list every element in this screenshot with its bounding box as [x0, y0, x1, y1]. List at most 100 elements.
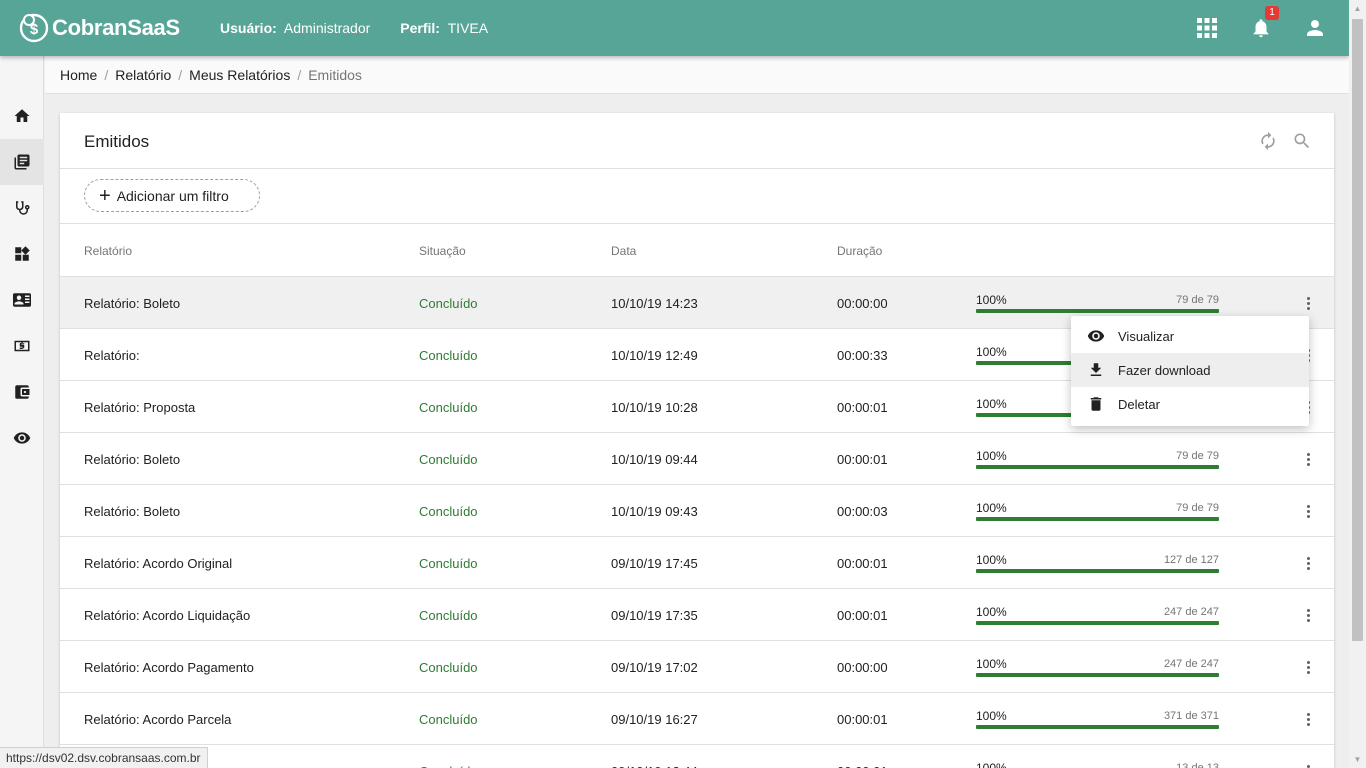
report-status: Concluído: [419, 712, 478, 727]
report-status: Concluído: [419, 608, 478, 623]
top-app-bar: $ CobranSaaS Usuário: Administrador Perf…: [0, 0, 1349, 56]
user-info-profile: Perfil: TIVEA: [400, 20, 488, 36]
report-name: Relatório: Boleto: [84, 452, 181, 467]
money-icon: [14, 340, 30, 352]
report-duration: 00:00:01: [837, 452, 888, 467]
scroll-up-arrow-icon[interactable]: ▲: [1349, 0, 1366, 17]
menu-item-download[interactable]: Fazer download: [1071, 353, 1309, 387]
report-date: 10/10/19 10:28: [611, 400, 698, 415]
breadcrumb-my-reports[interactable]: Meus Relatórios: [189, 67, 290, 83]
scrollbar-thumb[interactable]: [1352, 19, 1363, 641]
sidebar-item-billing[interactable]: [0, 323, 44, 369]
table-row[interactable]: Relatório: Acordo Pagamento Concluído 09/1…: [60, 641, 1334, 693]
menu-item-download-label: Fazer download: [1118, 362, 1211, 378]
row-menu-icon[interactable]: [1300, 709, 1316, 729]
row-menu-icon[interactable]: [1300, 501, 1316, 521]
row-menu-icon[interactable]: [1300, 553, 1316, 573]
add-filter-button[interactable]: + Adicionar um filtro: [84, 179, 260, 212]
table-row[interactable]: Concluído 09/10/19 12:44 00:00:01 100% 13 de…: [60, 745, 1334, 768]
breadcrumb-separator: /: [104, 66, 109, 83]
app-logo[interactable]: $ CobranSaaS: [18, 11, 180, 45]
progress-count: 79 de 79: [1176, 294, 1219, 306]
table-row[interactable]: Relatório: Boleto Concluído 10/10/19 09:43…: [60, 485, 1334, 537]
report-duration: 00:00:01: [837, 608, 888, 623]
report-date: 09/10/19 12:44: [611, 764, 698, 768]
report-date: 10/10/19 14:23: [611, 296, 698, 311]
notifications-button[interactable]: 1: [1247, 6, 1279, 42]
row-menu-icon[interactable]: [1300, 449, 1316, 469]
progress-bar: [976, 569, 1219, 573]
logo-icon: $: [19, 13, 49, 43]
wallet-icon: [15, 385, 30, 399]
column-header-duration[interactable]: Duração: [837, 244, 882, 258]
sidebar-item-diagnostics[interactable]: [0, 185, 44, 231]
app-name: CobranSaaS: [52, 15, 180, 40]
search-icon[interactable]: [1292, 131, 1312, 151]
progress-percent: 100%: [976, 397, 1007, 411]
report-status: Concluído: [419, 296, 478, 311]
breadcrumb-separator: /: [178, 66, 183, 83]
table-row[interactable]: Relatório: Acordo Liquidação Concluído 09/…: [60, 589, 1334, 641]
report-duration: 00:00:33: [837, 348, 888, 363]
report-duration: 00:00:01: [837, 556, 888, 571]
breadcrumb-report[interactable]: Relatório: [115, 67, 171, 83]
report-date: 09/10/19 16:27: [611, 712, 698, 727]
progress-count: 371 de 371: [1163, 710, 1219, 722]
scroll-down-arrow-icon[interactable]: ▼: [1349, 751, 1366, 768]
row-menu-icon[interactable]: [1300, 761, 1316, 768]
account-button[interactable]: [1301, 14, 1329, 42]
eye-icon: [1087, 330, 1105, 342]
progress-percent: 100%: [976, 449, 1007, 463]
progress-count: 127 de 127: [1163, 554, 1219, 566]
progress-bar-fill: [976, 569, 1219, 573]
report-status: Concluído: [419, 764, 478, 768]
sidebar-item-monitoring[interactable]: [0, 415, 44, 461]
menu-item-delete-label: Deletar: [1118, 396, 1160, 412]
progress-count: 79 de 79: [1176, 450, 1219, 462]
report-name: Relatório: Acordo Pagamento: [84, 660, 254, 675]
row-menu-icon[interactable]: [1300, 605, 1316, 625]
sidebar-item-dashboard[interactable]: [0, 231, 44, 277]
table-header: Relatório Situação Data Duração: [60, 224, 1334, 277]
table-row[interactable]: Relatório: Acordo Original Concluído 09/10…: [60, 537, 1334, 589]
contact-card-icon: [13, 293, 31, 307]
sidebar-item-home[interactable]: [0, 93, 44, 139]
sidebar-item-reports[interactable]: [0, 139, 44, 185]
profile-label: Perfil:: [400, 20, 440, 36]
sidebar-item-contacts[interactable]: [0, 277, 44, 323]
report-name: Relatório: Boleto: [84, 296, 181, 311]
download-icon: [1090, 363, 1102, 376]
row-menu-icon[interactable]: [1300, 293, 1316, 313]
refresh-icon[interactable]: [1258, 131, 1278, 151]
menu-item-delete[interactable]: Deletar: [1071, 387, 1309, 421]
report-status: Concluído: [419, 348, 478, 363]
svg-text:$: $: [30, 21, 39, 38]
table-row[interactable]: Relatório: Boleto Concluído 10/10/19 09:44…: [60, 433, 1334, 485]
column-header-date[interactable]: Data: [611, 244, 636, 258]
report-status: Concluído: [419, 556, 478, 571]
menu-item-view[interactable]: Visualizar: [1071, 319, 1309, 353]
progress-bar-fill: [976, 517, 1219, 521]
progress-bar: [976, 517, 1219, 521]
progress-bar-fill: [976, 673, 1219, 677]
column-header-report[interactable]: Relatório: [84, 244, 132, 258]
progress-percent: 100%: [976, 709, 1007, 723]
home-icon: [14, 109, 30, 122]
table-row[interactable]: Relatório: Acordo Parcela Concluído 09/10/…: [60, 693, 1334, 745]
profile-value: TIVEA: [447, 20, 489, 36]
column-header-status[interactable]: Situação: [419, 244, 466, 258]
progress-percent: 100%: [976, 501, 1007, 515]
apps-grid-button[interactable]: [1193, 14, 1221, 42]
breadcrumb-separator: /: [297, 66, 302, 83]
progress-bar: [976, 725, 1219, 729]
page-scrollbar[interactable]: ▲ ▼: [1349, 0, 1366, 768]
sidebar-item-wallet[interactable]: [0, 369, 44, 415]
progress-bar-fill: [976, 465, 1219, 469]
row-menu-icon[interactable]: [1300, 657, 1316, 677]
top-actions: 1: [1193, 6, 1329, 42]
stethoscope-icon: [16, 201, 30, 215]
row-context-menu: Visualizar Fazer download Deletar: [1071, 316, 1309, 426]
breadcrumb-home[interactable]: Home: [60, 67, 97, 83]
person-icon: [1307, 20, 1323, 36]
user-info-user: Usuário: Administrador: [220, 20, 370, 36]
